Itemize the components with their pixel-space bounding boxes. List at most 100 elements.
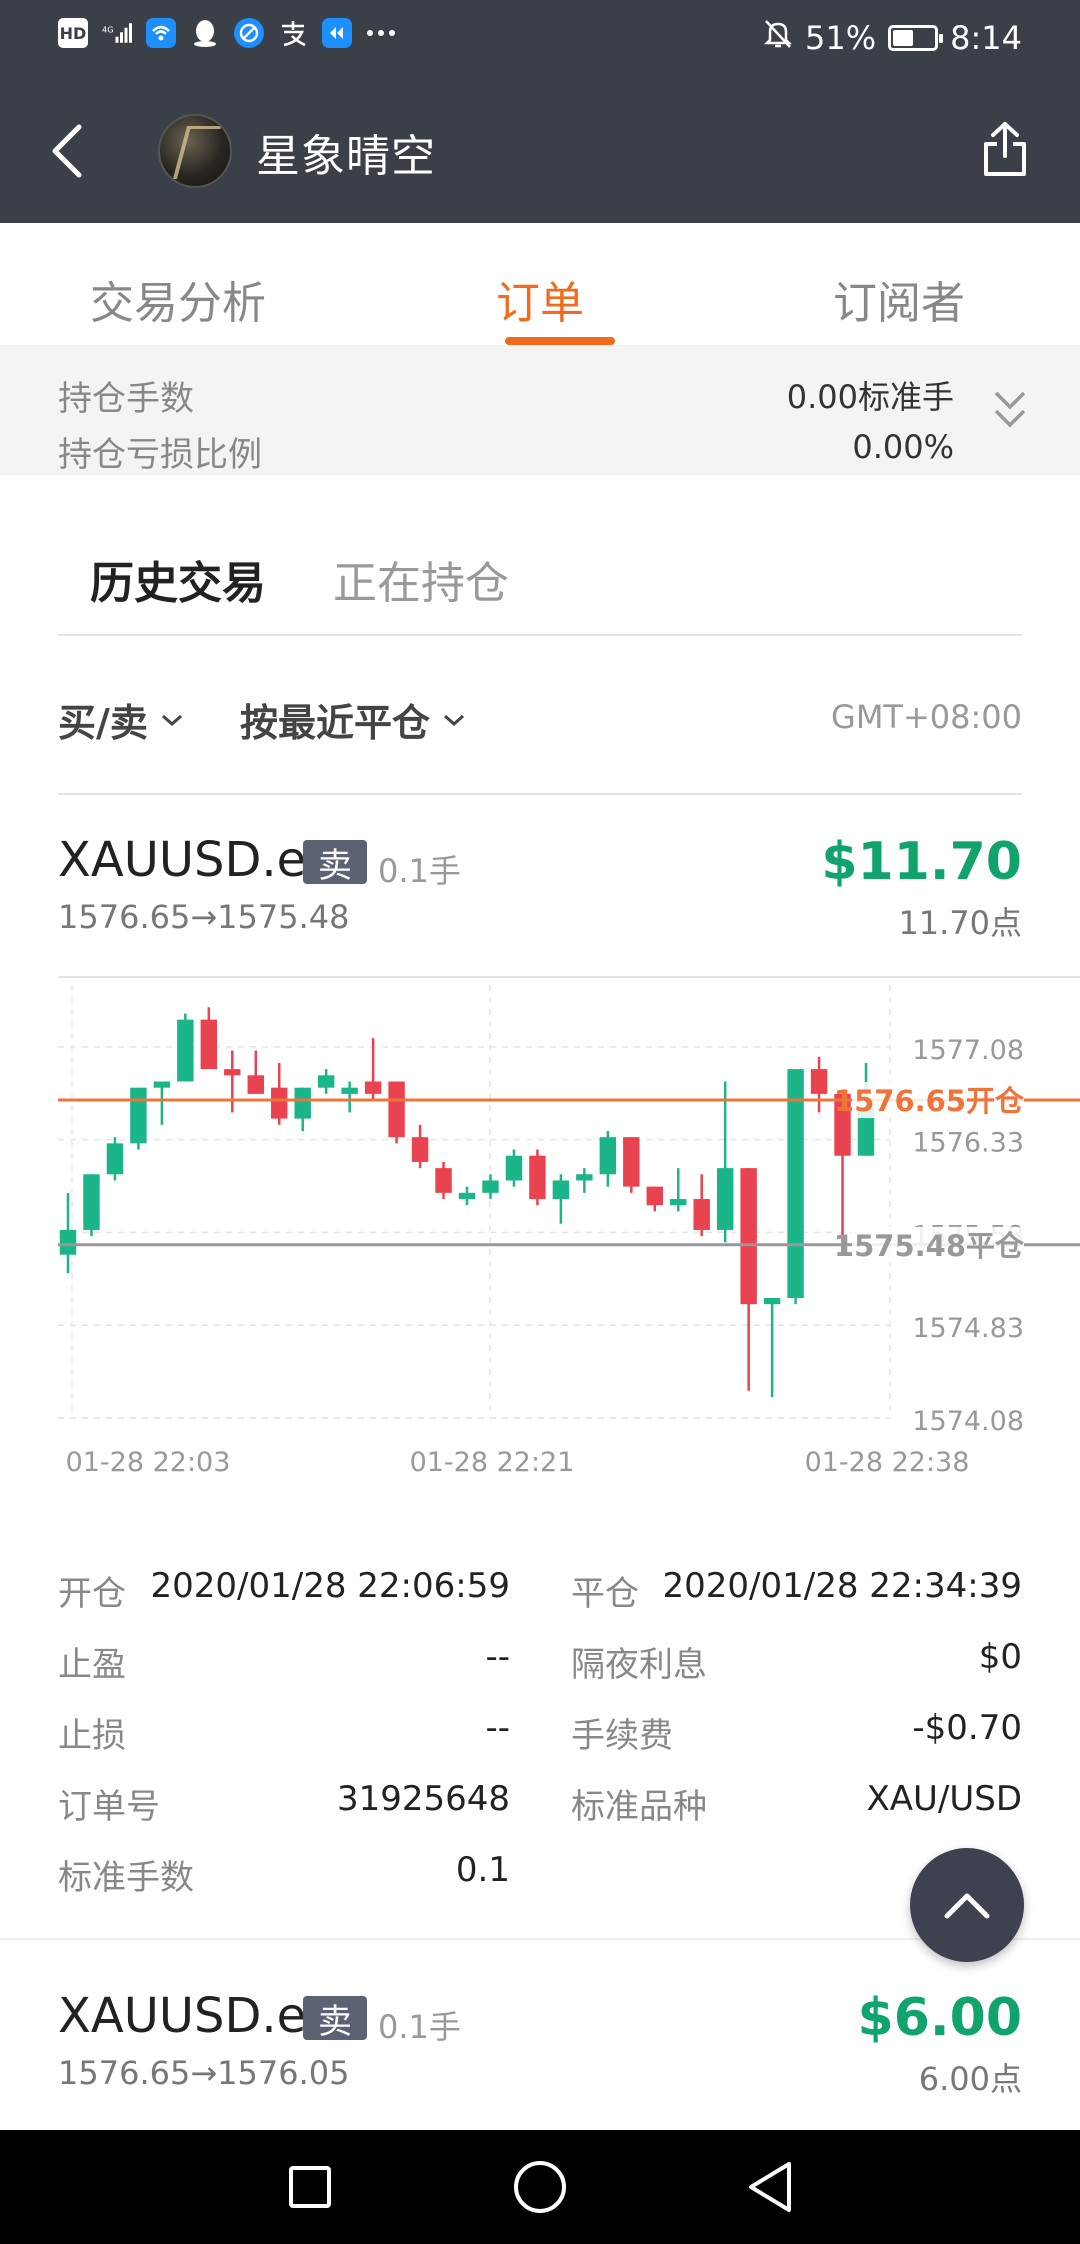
detail-label-commission: 手续费 — [571, 1716, 673, 1756]
candle-up — [716, 1168, 734, 1230]
signal-4g-icon: 4G — [102, 18, 132, 48]
back-triangle-icon[interactable] — [735, 2152, 805, 2222]
y-tick-label: 1577.08 — [912, 1035, 1024, 1066]
order-points: 6.00点 — [918, 2060, 1022, 2098]
candle-down — [271, 1087, 288, 1119]
battery-fill — [893, 30, 914, 46]
browser-icon — [234, 18, 264, 48]
candle-down — [435, 1168, 452, 1193]
tab-subscribers[interactable]: 订阅者 — [833, 267, 965, 331]
order-symbol: XAUUSD.e — [58, 832, 307, 888]
summary-label-lots: 持仓手数 — [58, 379, 194, 419]
order-symbol: XAUUSD.e — [58, 1988, 307, 2044]
detail-value-standard-lots: 0.1 — [455, 1850, 510, 1890]
detail-value-stop-loss: -- — [485, 1708, 510, 1748]
tab-orders[interactable]: 订单 — [496, 267, 584, 331]
subtab-open-positions[interactable]: 正在持仓 — [333, 547, 509, 611]
alipay-icon — [278, 18, 308, 48]
candle-up — [505, 1155, 523, 1181]
section-separator — [0, 1938, 1080, 1940]
candle-up — [59, 1229, 77, 1255]
candle-up — [341, 1087, 358, 1094]
candle-up — [599, 1137, 617, 1175]
candlestick-chart: 1577.081576.331575.581574.831574.0801-28… — [0, 975, 1080, 1475]
chevron-down-icon — [444, 714, 465, 726]
divider — [58, 634, 1022, 636]
status-bar-left-icons: HD 4G — [58, 18, 396, 48]
candle-up — [763, 1297, 781, 1305]
position-summary: 持仓手数 0.00标准手 持仓亏损比例 0.00% — [0, 345, 1080, 475]
detail-label-order-id: 订单号 — [58, 1787, 160, 1827]
candle-up — [83, 1174, 100, 1230]
candle-up — [458, 1192, 476, 1200]
share-button[interactable] — [970, 114, 1040, 184]
close-price-label: 1575.48平仓 — [834, 1229, 1025, 1263]
y-tick-label: 1576.33 — [912, 1128, 1024, 1159]
detail-value-commission: -$0.70 — [912, 1708, 1022, 1748]
battery-percent: 51% — [805, 19, 877, 57]
detail-label-standard-symbol: 标准品种 — [571, 1787, 707, 1827]
chevron-up-icon — [944, 1893, 990, 1919]
battery-icon — [888, 25, 944, 51]
candle-up — [482, 1180, 499, 1193]
wifi-icon — [146, 18, 176, 48]
candle-down — [693, 1199, 710, 1230]
order-side-badge: 卖 — [303, 840, 367, 886]
chart-svg: 1577.081576.331575.581574.831574.0801-28… — [58, 985, 1080, 1475]
history-subtabs: 历史交易 正在持仓 — [0, 475, 1080, 635]
recents-square-icon[interactable] — [275, 2152, 345, 2222]
detail-label-stop-loss: 止损 — [58, 1716, 126, 1756]
more-dots-icon — [366, 18, 396, 48]
candle-up — [106, 1143, 124, 1175]
detail-label-close: 平仓 — [571, 1574, 639, 1614]
order-profit: $6.00 — [857, 1988, 1022, 2048]
detail-value-swap: $0 — [978, 1637, 1022, 1677]
mute-bell-icon — [763, 18, 793, 58]
x-tick-label: 01-28 22:03 — [66, 1447, 231, 1475]
home-circle-icon[interactable] — [505, 2152, 575, 2222]
detail-value-open: 2020/01/28 22:06:59 — [150, 1566, 510, 1606]
double-chevron-down-icon — [994, 391, 1026, 428]
summary-value-loss-ratio: 0.00% — [852, 428, 954, 466]
order-price-path: 1576.65→1575.48 — [58, 898, 350, 936]
candle-down — [623, 1137, 640, 1187]
order-side-badge: 卖 — [303, 1996, 367, 2042]
sort-filter-dropdown[interactable]: 按最近平仓 — [240, 692, 466, 747]
qq-icon — [190, 18, 220, 48]
candle-up — [576, 1174, 593, 1181]
page-title: 星象晴空 — [256, 131, 436, 182]
svg-text:4G: 4G — [102, 24, 114, 34]
expand-summary-button[interactable] — [990, 385, 1040, 445]
order-profit: $11.70 — [821, 832, 1022, 892]
back-button[interactable] — [36, 116, 96, 186]
detail-value-take-profit: -- — [485, 1637, 510, 1677]
candle-up — [294, 1087, 311, 1119]
candle-up — [130, 1087, 147, 1144]
side-filter-dropdown[interactable]: 买/卖 — [58, 692, 184, 747]
order-lots: 0.1手 — [378, 2008, 461, 2046]
subtab-history-trades[interactable]: 历史交易 — [90, 547, 266, 611]
detail-label-standard-lots: 标准手数 — [58, 1858, 194, 1898]
clock: 8:14 — [950, 19, 1022, 57]
avatar[interactable] — [158, 114, 232, 188]
order-price-path: 1576.65→1576.05 — [58, 2054, 350, 2092]
sort-filter-label: 按最近平仓 — [240, 701, 431, 745]
candle-down — [247, 1075, 264, 1094]
scroll-to-top-button[interactable] — [910, 1848, 1024, 1962]
detail-label-open: 开仓 — [58, 1574, 126, 1614]
candle-down — [529, 1155, 546, 1200]
detail-value-close: 2020/01/28 22:34:39 — [662, 1566, 1022, 1606]
share-icon — [984, 122, 1026, 176]
x-tick-label: 01-28 22:21 — [410, 1447, 575, 1475]
detail-label-swap: 隔夜利息 — [571, 1645, 707, 1685]
candle-down — [740, 1168, 757, 1305]
detail-label-take-profit: 止盈 — [58, 1645, 126, 1685]
detail-value-standard-symbol: XAU/USD — [866, 1779, 1022, 1819]
tab-trade-analysis[interactable]: 交易分析 — [90, 267, 266, 331]
candle-up — [787, 1069, 804, 1298]
system-nav-bar — [0, 2130, 1080, 2244]
candle-up — [317, 1075, 335, 1088]
active-tab-indicator — [505, 337, 615, 345]
candle-up — [552, 1180, 570, 1200]
candle-down — [364, 1081, 382, 1094]
